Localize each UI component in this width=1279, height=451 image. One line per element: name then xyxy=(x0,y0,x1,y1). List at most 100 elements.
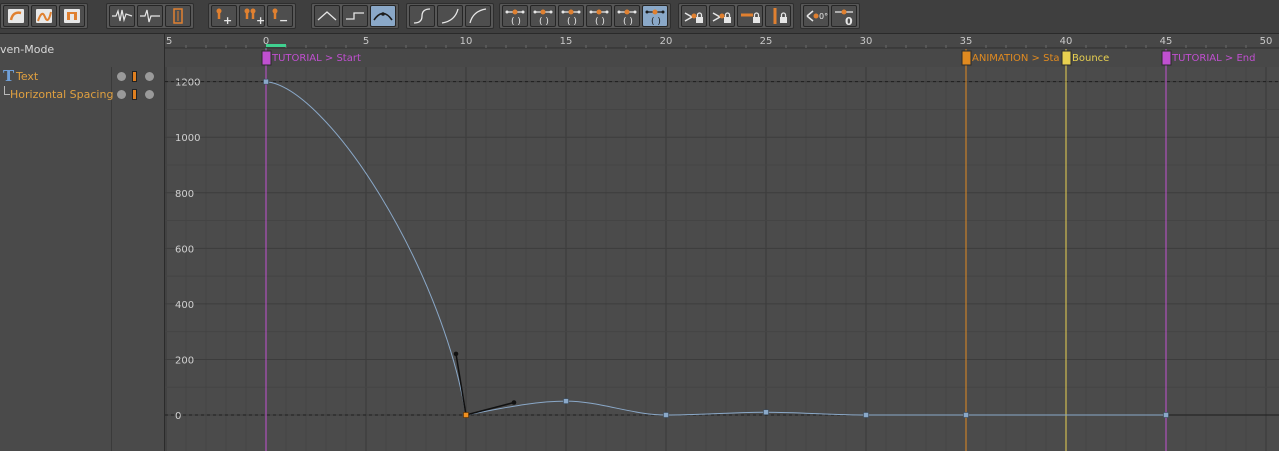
tool-group-easing xyxy=(406,3,494,29)
spline-interp-button[interactable] xyxy=(370,5,396,27)
keyframe[interactable] xyxy=(563,398,569,404)
keyframe[interactable] xyxy=(263,78,269,85)
lock-horizontal-icon xyxy=(741,12,760,23)
value-bars-button[interactable] xyxy=(165,5,191,27)
layer-row-text[interactable]: T Text xyxy=(0,67,164,86)
marker-flag[interactable] xyxy=(1161,50,1172,66)
remove-key-icon: − xyxy=(272,8,288,27)
spline-interp-icon xyxy=(373,12,393,21)
step-interp-button[interactable] xyxy=(342,5,368,27)
tangent-weight-button[interactable]: ( ) xyxy=(558,5,584,27)
tangent-overshoot-button[interactable]: ( ) xyxy=(586,5,612,27)
waveform-button[interactable] xyxy=(109,5,135,27)
ruler-tick-label: 15 xyxy=(560,36,573,47)
keyframe[interactable] xyxy=(1163,412,1169,418)
marker-flag[interactable] xyxy=(261,50,272,66)
solo-toggle[interactable] xyxy=(145,90,154,99)
visibility-toggle[interactable] xyxy=(117,90,126,99)
curve-graph[interactable]: 5 0 5 10 15 20 25 30 35 40 45 50 1200 1000 800 600 400 20… xyxy=(165,34,1279,451)
tool-group-edit xyxy=(0,3,88,29)
tangent-clamp-icon: ( ) xyxy=(505,9,525,27)
layer-label: Text xyxy=(16,70,39,83)
keyframe[interactable] xyxy=(963,412,969,418)
svg-text:( ): ( ) xyxy=(567,17,577,27)
velocity-curve-icon xyxy=(140,9,160,23)
add-key-icon: + xyxy=(216,8,232,27)
layer-row-horizontal-spacing[interactable]: Horizontal Spacing xyxy=(0,86,164,104)
y-axis-label: 400 xyxy=(175,300,194,311)
y-axis-label: 600 xyxy=(175,244,194,255)
ease-out-button[interactable] xyxy=(437,5,463,27)
visibility-toggle[interactable] xyxy=(117,72,126,81)
step-interp-icon xyxy=(346,12,364,20)
waveform-icon xyxy=(112,8,133,23)
zero-value-button[interactable]: 0 xyxy=(831,5,857,28)
ruler-tick-label: 30 xyxy=(860,36,873,47)
tangent-in-line xyxy=(455,353,467,416)
keyframe[interactable] xyxy=(663,412,669,418)
remove-key-button[interactable]: − xyxy=(267,5,293,27)
svg-text:+: + xyxy=(256,14,265,27)
tangent-weight-down-icon: ( ) xyxy=(617,9,637,27)
ease-in-button[interactable] xyxy=(409,5,435,27)
marker-label[interactable]: ANIMATION > Sta xyxy=(972,53,1060,64)
svg-text:( ): ( ) xyxy=(539,17,549,27)
bezier-draw-icon xyxy=(36,9,52,23)
linear-interp-button[interactable] xyxy=(314,5,340,27)
tangent-in-handle[interactable] xyxy=(453,351,459,357)
ease-in-out-button[interactable] xyxy=(465,5,491,27)
lock-vertical-icon xyxy=(773,8,787,24)
tangent-clamp-button[interactable]: ( ) xyxy=(502,5,528,27)
ruler-tick-label: 45 xyxy=(1160,36,1173,47)
y-axis-label: 0 xyxy=(175,411,181,422)
marker-label[interactable]: TUTORIAL > Start xyxy=(271,53,361,64)
y-axis-label: 200 xyxy=(175,355,194,366)
zero-angle-button[interactable]: 0° xyxy=(803,5,829,27)
ease-out-icon xyxy=(441,8,459,24)
curve-graph-canvas[interactable]: 5 0 5 10 15 20 25 30 35 40 45 501200100080060040020… xyxy=(165,34,1279,451)
lock-vertical-button[interactable] xyxy=(765,5,791,27)
solo-toggle[interactable] xyxy=(145,72,154,81)
velocity-curve-button[interactable] xyxy=(137,5,163,27)
marker-flag[interactable] xyxy=(1061,50,1072,66)
ease-in-icon xyxy=(413,8,431,24)
tool-group-tangents: ( ) ( ) ( ) ( ) ( ) ( ) xyxy=(499,3,671,29)
lock-time-icon xyxy=(684,12,703,23)
ruler-tick-label: 50 xyxy=(1260,36,1273,47)
marker-flag[interactable] xyxy=(961,50,972,66)
lock-horizontal-button[interactable] xyxy=(737,5,763,27)
marker-label[interactable]: Bounce xyxy=(1072,53,1109,64)
add-key-button[interactable]: + xyxy=(211,5,237,27)
keyframe[interactable] xyxy=(863,412,869,418)
keyframe[interactable] xyxy=(763,409,769,416)
tool-group-zero: 0° 0 xyxy=(800,3,860,29)
keyframe[interactable] xyxy=(463,412,469,418)
edit-keys-icon xyxy=(8,9,24,23)
lock-toggle[interactable] xyxy=(132,71,137,82)
tool-group-curve-view xyxy=(106,3,194,29)
layer-list-panel: ven-Mode T Text Horizontal Spacing xyxy=(0,34,165,451)
zero-value-icon: 0 xyxy=(835,9,853,28)
tool-group-interpolation xyxy=(311,3,399,29)
tangent-weight-down-button[interactable]: ( ) xyxy=(614,5,640,27)
tangent-weight-icon: ( ) xyxy=(561,9,581,27)
add-keys-button[interactable]: + xyxy=(239,5,265,27)
frame-select-button[interactable] xyxy=(59,5,85,27)
playhead-range xyxy=(266,44,286,47)
tangent-flat-icon: ( ) xyxy=(533,9,553,27)
svg-text:( ): ( ) xyxy=(651,17,661,27)
edit-keys-button[interactable] xyxy=(3,5,29,27)
tangent-out-handle[interactable] xyxy=(511,400,517,405)
y-axis-label: 1000 xyxy=(175,133,200,144)
lock-value-button[interactable] xyxy=(709,5,735,27)
lock-time-button[interactable] xyxy=(681,5,707,27)
tangent-overshoot-icon: ( ) xyxy=(589,9,609,27)
tangent-auto-button[interactable]: ( ) xyxy=(642,5,668,27)
ruler-tick-label: 10 xyxy=(460,36,473,47)
svg-text:( ): ( ) xyxy=(595,17,605,27)
bezier-draw-button[interactable] xyxy=(31,5,57,27)
tangent-out-line xyxy=(465,401,515,416)
tangent-flat-button[interactable]: ( ) xyxy=(530,5,556,27)
lock-toggle[interactable] xyxy=(132,89,137,100)
marker-label[interactable]: TUTORIAL > End xyxy=(1171,53,1255,64)
